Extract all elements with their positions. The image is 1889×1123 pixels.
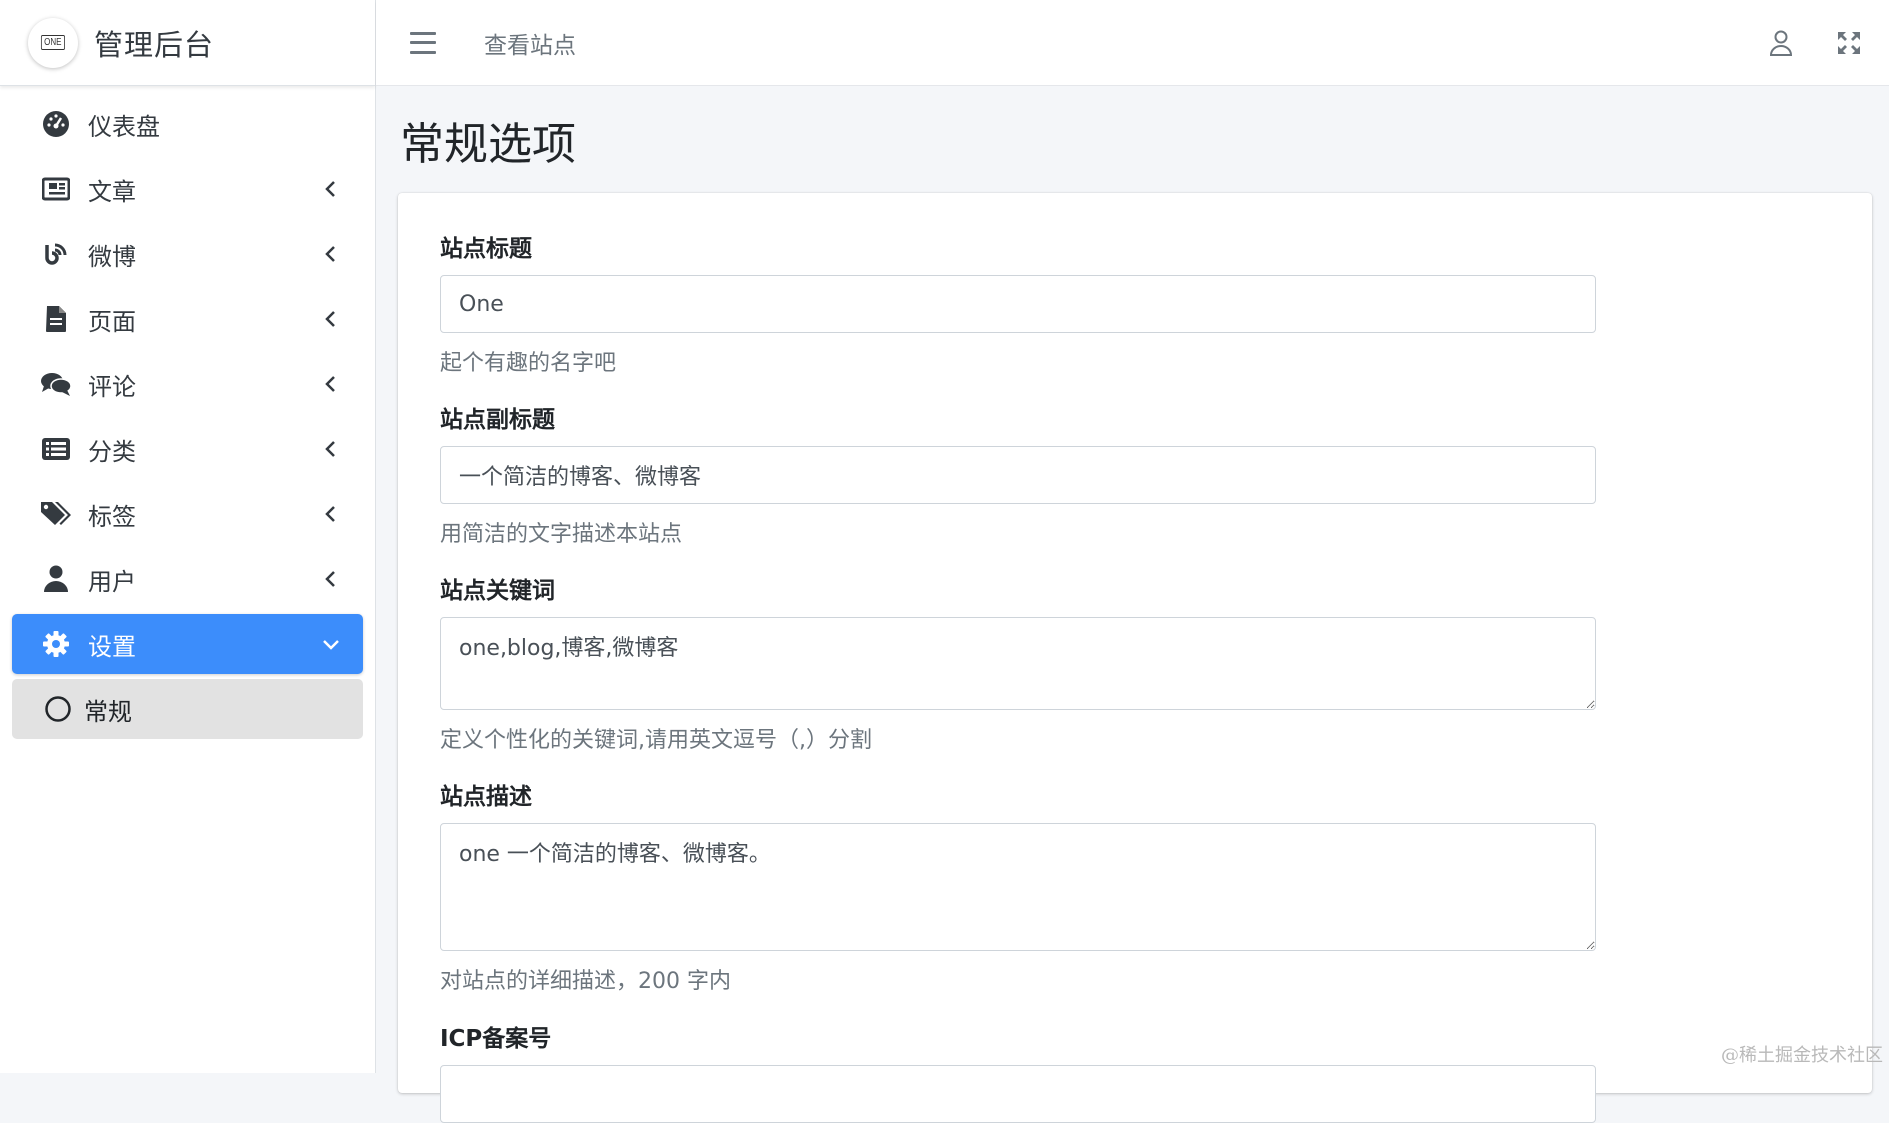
sidebar-nav: 仪表盘 文章 微博 页面 评论 分类 标签 用户 设置 常规 — [0, 86, 375, 739]
site-description-label: 站点描述 — [440, 784, 532, 810]
site-title-input[interactable] — [440, 275, 1596, 333]
sidebar-item-comments[interactable]: 评论 — [12, 354, 363, 414]
icp-label: ICP备案号 — [440, 1026, 552, 1052]
chevron-left-icon — [325, 441, 335, 457]
sidebar-item-label: 标签 — [88, 502, 136, 531]
tags-icon — [40, 498, 72, 530]
gear-icon — [40, 628, 72, 660]
sidebar-item-label: 页面 — [88, 307, 136, 336]
site-subtitle-label: 站点副标题 — [440, 407, 555, 433]
site-subtitle-group: 站点副标题 用简洁的文字描述本站点 — [440, 400, 1596, 548]
blog-icon — [40, 238, 72, 270]
sidebar-item-articles[interactable]: 文章 — [12, 159, 363, 219]
topbar-actions — [1769, 30, 1861, 56]
page-title: 常规选项 — [400, 119, 576, 170]
sidebar-item-dashboard[interactable]: 仪表盘 — [12, 94, 363, 154]
brand-logo: ONE — [28, 17, 78, 68]
sidebar-item-label: 评论 — [88, 372, 136, 401]
icp-group: ICP备案号 — [440, 1019, 1596, 1123]
sidebar-item-tags[interactable]: 标签 — [12, 484, 363, 544]
comments-icon — [40, 368, 72, 400]
sidebar-item-settings[interactable]: 设置 — [12, 614, 363, 674]
site-keywords-help: 定义个性化的关键词,请用英文逗号（,）分割 — [440, 728, 872, 753]
sidebar-item-pages[interactable]: 页面 — [12, 289, 363, 349]
site-subtitle-help: 用简洁的文字描述本站点 — [440, 522, 683, 547]
chevron-left-icon — [325, 376, 335, 392]
brand[interactable]: ONE 管理后台 — [0, 0, 375, 86]
watermark: @稀土掘金技术社区 — [1721, 1045, 1883, 1066]
sidebar-item-label: 文章 — [88, 177, 136, 206]
icp-input[interactable] — [440, 1065, 1596, 1123]
site-keywords-group: 站点关键词 one,blog,博客,微博客 定义个性化的关键词,请用英文逗号（,… — [440, 571, 1596, 754]
site-title-help: 起个有趣的名字吧 — [440, 351, 617, 376]
topbar: 查看站点 — [376, 0, 1889, 86]
list-icon — [40, 433, 72, 465]
sidebar-item-label: 设置 — [88, 632, 136, 661]
user-icon — [40, 563, 72, 595]
sidebar-item-label: 常规 — [84, 697, 132, 726]
menu-toggle-icon[interactable] — [410, 31, 436, 54]
site-title-label: 站点标题 — [440, 236, 532, 262]
settings-form-card: 站点标题 起个有趣的名字吧 站点副标题 用简洁的文字描述本站点 站点关键词 on… — [398, 193, 1872, 1123]
brand-title: 管理后台 — [94, 27, 215, 62]
chevron-left-icon — [325, 506, 335, 522]
sidebar-item-general[interactable]: 常规 — [12, 679, 363, 739]
site-keywords-label: 站点关键词 — [440, 578, 555, 604]
sidebar-item-users[interactable]: 用户 — [12, 549, 363, 609]
sidebar-item-categories[interactable]: 分类 — [12, 419, 363, 479]
newspaper-icon — [40, 173, 72, 205]
site-subtitle-input[interactable] — [440, 446, 1596, 504]
sidebar-item-label: 仪表盘 — [88, 112, 160, 141]
sidebar: ONE 管理后台 仪表盘 文章 微博 页面 评论 分类 标签 用户 设置 常规 — [0, 0, 376, 1073]
sidebar-item-label: 微博 — [88, 242, 136, 271]
site-description-help: 对站点的详细描述，200 字内 — [440, 969, 731, 994]
sidebar-item-label: 用户 — [88, 567, 136, 596]
site-description-textarea[interactable]: one 一个简洁的博客、微博客。 — [440, 823, 1596, 951]
site-description-group: 站点描述 one 一个简洁的博客、微博客。 对站点的详细描述，200 字内 — [440, 777, 1596, 995]
chevron-left-icon — [325, 571, 335, 587]
fullscreen-icon[interactable] — [1837, 31, 1861, 55]
tachometer-icon — [40, 108, 72, 140]
chevron-left-icon — [325, 311, 335, 327]
sidebar-item-weibo[interactable]: 微博 — [12, 224, 363, 284]
sidebar-item-label: 分类 — [88, 437, 136, 466]
user-account-icon[interactable] — [1769, 30, 1793, 56]
circle-icon — [42, 693, 74, 725]
site-title-group: 站点标题 起个有趣的名字吧 — [440, 229, 1596, 377]
view-site-link[interactable]: 查看站点 — [484, 26, 576, 60]
file-icon — [40, 303, 72, 335]
site-keywords-textarea[interactable]: one,blog,博客,微博客 — [440, 617, 1596, 710]
chevron-left-icon — [325, 246, 335, 262]
chevron-left-icon — [325, 181, 335, 197]
chevron-down-icon — [323, 640, 339, 650]
